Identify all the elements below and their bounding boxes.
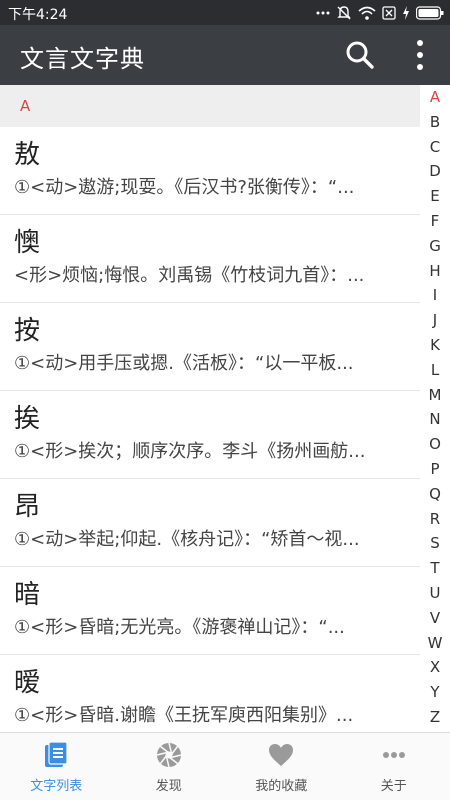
word-character: 敖 bbox=[14, 140, 41, 170]
nav-discover[interactable]: 发现 bbox=[113, 733, 226, 800]
list-item[interactable]: 暗 ①<形>昏暗;无光亮。《游褒禅山记》：“... bbox=[0, 567, 420, 655]
alphabet-letter-n[interactable]: N bbox=[420, 407, 450, 432]
section-header: A bbox=[0, 85, 420, 127]
list-item[interactable]: 暧 ①<形>昏暗.谢瞻《王抚军庾西阳集别》... bbox=[0, 655, 420, 732]
alphabet-letter-m[interactable]: M bbox=[420, 383, 450, 408]
search-icon[interactable] bbox=[344, 39, 376, 71]
nav-label: 发现 bbox=[155, 779, 182, 794]
app-bar: 文言文字典 bbox=[0, 25, 450, 85]
word-definition: ①<形>昏暗.谢瞻《王抚军庾西阳集别》... bbox=[14, 705, 354, 726]
word-character: 暧 bbox=[14, 668, 41, 698]
alphabet-letter-z[interactable]: Z bbox=[420, 705, 450, 730]
nav-favorites[interactable]: 我的收藏 bbox=[225, 733, 338, 800]
list-item[interactable]: 懊 <形>烦恼;悔恨。刘禹锡《竹枝词九首》：... bbox=[0, 215, 420, 303]
alphabet-letter-e[interactable]: E bbox=[420, 184, 450, 209]
nav-label: 文字列表 bbox=[30, 779, 83, 794]
word-character: 挨 bbox=[14, 404, 41, 434]
alphabet-letter-h[interactable]: H bbox=[420, 259, 450, 284]
alphabet-letter-x[interactable]: X bbox=[420, 655, 450, 680]
word-definition: ①<形>挨次；顺序次序。李斗《扬州画舫... bbox=[14, 441, 366, 462]
word-list[interactable]: 敖 ①<动>遨游;现耍。《后汉书?张衡传》：“... 懊 <形>烦恼;悔恨。刘禹… bbox=[0, 127, 420, 732]
alphabet-letter-s[interactable]: S bbox=[420, 531, 450, 556]
alphabet-letter-k[interactable]: K bbox=[420, 333, 450, 358]
alphabet-letter-o[interactable]: O bbox=[420, 432, 450, 457]
nav-about[interactable]: 关于 bbox=[338, 733, 450, 800]
word-character: 按 bbox=[14, 316, 41, 346]
word-definition: ①<动>举起;仰起.《核舟记》：“矫首～视... bbox=[14, 529, 360, 550]
status-time: 下午4:24 bbox=[8, 7, 68, 23]
list-item[interactable]: 挨 ①<形>挨次；顺序次序。李斗《扬州画舫... bbox=[0, 391, 420, 479]
bottom-nav: 文字列表 发现 我的收藏 关于 bbox=[0, 732, 450, 800]
battery-icon bbox=[416, 5, 444, 20]
alphabet-letter-a[interactable]: A bbox=[420, 85, 450, 110]
status-bar: 下午4:24 bbox=[0, 0, 450, 25]
word-character: 懊 bbox=[14, 228, 41, 258]
list-item[interactable]: 昂 ①<动>举起;仰起.《核舟记》：“矫首～视... bbox=[0, 479, 420, 567]
word-definition: ①<形>昏暗;无光亮。《游褒禅山记》：“... bbox=[14, 617, 345, 638]
alphabet-letter-c[interactable]: C bbox=[420, 135, 450, 160]
charging-icon bbox=[403, 5, 409, 20]
mute-bell-icon bbox=[337, 5, 351, 19]
alphabet-letter-i[interactable]: I bbox=[420, 283, 450, 308]
list-item[interactable]: 按 ①<动>用手压或摁.《活板》：“以一平板... bbox=[0, 303, 420, 391]
alphabet-letter-j[interactable]: J bbox=[420, 308, 450, 333]
section-letter: A bbox=[20, 97, 31, 115]
app-title: 文言文字典 bbox=[20, 45, 145, 73]
word-definition: ①<动>用手压或摁.《活板》：“以一平板... bbox=[14, 353, 354, 374]
alphabet-letter-l[interactable]: L bbox=[420, 358, 450, 383]
alphabet-letter-g[interactable]: G bbox=[420, 234, 450, 259]
alphabet-letter-q[interactable]: Q bbox=[420, 482, 450, 507]
alphabet-letter-d[interactable]: D bbox=[420, 159, 450, 184]
nav-label: 我的收藏 bbox=[255, 779, 308, 794]
word-definition: ①<动>遨游;现耍。《后汉书?张衡传》：“... bbox=[14, 177, 355, 198]
alphabet-letter-b[interactable]: B bbox=[420, 110, 450, 135]
nav-label: 关于 bbox=[380, 779, 407, 794]
heart-icon bbox=[269, 744, 294, 766]
alphabet-index[interactable]: ABCDEFGHIJKLMNOPQRSTUVWXYZ bbox=[420, 85, 450, 732]
more-horizontal-icon bbox=[382, 752, 405, 758]
alphabet-letter-w[interactable]: W bbox=[420, 631, 450, 656]
alphabet-letter-p[interactable]: P bbox=[420, 457, 450, 482]
alphabet-letter-t[interactable]: T bbox=[420, 556, 450, 581]
alphabet-letter-u[interactable]: U bbox=[420, 581, 450, 606]
alphabet-letter-v[interactable]: V bbox=[420, 606, 450, 631]
list-item[interactable]: 敖 ①<动>遨游;现耍。《后汉书?张衡传》：“... bbox=[0, 127, 420, 215]
alphabet-letter-r[interactable]: R bbox=[420, 507, 450, 532]
word-character: 暗 bbox=[14, 580, 41, 610]
status-icons bbox=[316, 4, 444, 21]
alphabet-letter-y[interactable]: Y bbox=[420, 680, 450, 705]
nav-word-list[interactable]: 文字列表 bbox=[0, 733, 113, 800]
word-character: 昂 bbox=[14, 492, 41, 522]
word-definition: <形>烦恼;悔恨。刘禹锡《竹枝词九首》：... bbox=[14, 265, 365, 286]
aperture-icon bbox=[156, 742, 181, 768]
more-dots-icon bbox=[316, 11, 330, 14]
sim-off-icon bbox=[382, 5, 396, 20]
book-list-icon bbox=[45, 741, 68, 767]
alphabet-letter-f[interactable]: F bbox=[420, 209, 450, 234]
more-vertical-icon[interactable] bbox=[404, 37, 436, 73]
wifi-icon bbox=[358, 6, 376, 20]
